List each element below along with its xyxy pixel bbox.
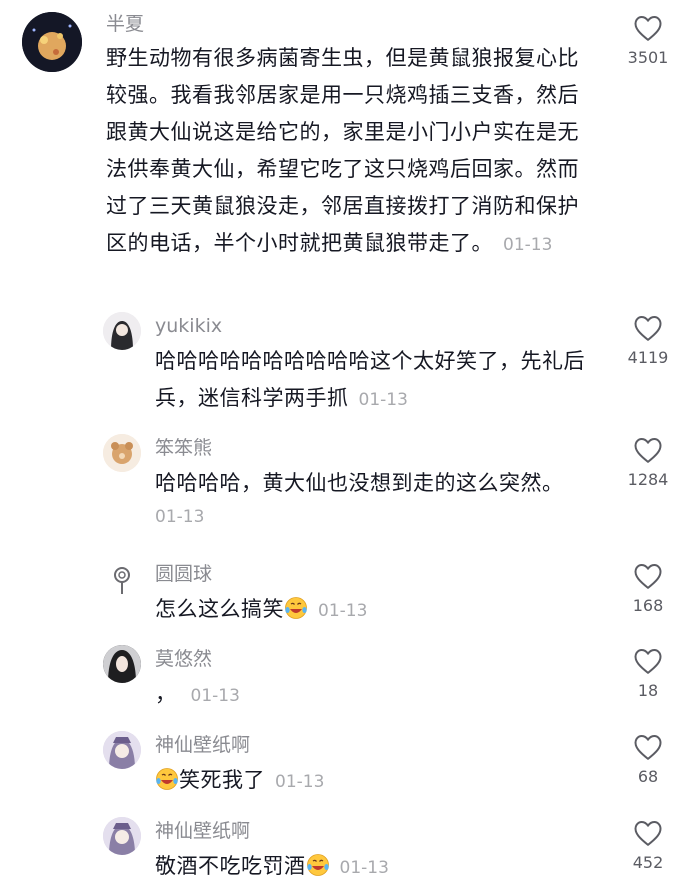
heart-outline-icon [634,16,662,41]
comment-body: 野生动物有很多病菌寄生虫，但是黄鼠狼报复心比较强。我看我邻居家是用一只烧鸡插三支… [106,46,579,255]
like-count: 18 [637,681,659,700]
comment-text: ， 01-13 [155,676,600,715]
comment-time: 01-13 [190,686,240,706]
like-count: 68 [637,767,659,786]
comment-author[interactable]: 莫悠然 [155,647,212,671]
laugh-cry-emoji-icon [306,854,329,876]
avatar[interactable] [103,312,141,350]
comment-text: 野生动物有很多病菌寄生虫，但是黄鼠狼报复心比较强。我看我邻居家是用一只烧鸡插三支… [106,40,596,264]
avatar[interactable] [103,645,141,683]
heart-outline-icon [634,735,662,760]
comment-time: 01-13 [358,390,408,410]
comment-author[interactable]: 神仙壁纸啊 [155,819,250,843]
like-button[interactable]: 4119 [608,314,688,367]
like-count: 168 [632,596,664,615]
like-count: 4119 [627,348,669,367]
comment-author[interactable]: 圆圆球 [155,562,212,586]
comment-time: 01-13 [155,507,205,527]
comment-body: 哈哈哈哈，黄大仙也没想到走的这么突然。 [155,471,564,495]
comment-time: 01-13 [503,235,553,255]
heart-outline-icon [634,438,662,463]
comment-body: 笑死我了 [179,768,265,792]
comment-author[interactable]: 笨笨熊 [155,436,212,460]
like-button[interactable]: 452 [608,819,688,872]
laugh-cry-emoji-icon [285,597,307,619]
like-count: 3501 [627,48,669,67]
like-button[interactable]: 3501 [608,14,688,67]
avatar[interactable] [103,731,141,769]
comment-author[interactable]: 半夏 [106,12,144,36]
comment-body: 怎么这么搞笑 [155,597,284,621]
comment-text: 哈哈哈哈，黄大仙也没想到走的这么突然。 01-13 [155,465,600,532]
comment-body: ， [155,682,177,706]
laugh-cry-emoji-icon [156,768,178,790]
like-button[interactable]: 168 [608,562,688,615]
comment-text: 笑死我了 01-13 [155,762,600,801]
like-count: 452 [632,853,664,872]
comment-text: 敬酒不吃吃罚酒 01-13 [155,848,600,887]
comment-time: 01-13 [275,772,325,792]
comment-author[interactable]: yukikix [155,314,222,338]
comment-time: 01-13 [318,601,368,621]
comment-author[interactable]: 神仙壁纸啊 [155,733,250,757]
avatar[interactable] [103,434,141,472]
avatar[interactable] [103,560,141,598]
heart-outline-icon [634,821,662,846]
like-button[interactable]: 1284 [608,436,688,489]
like-count: 1284 [627,470,669,489]
heart-outline-icon [634,316,662,341]
avatar[interactable] [22,12,82,72]
avatar[interactable] [103,817,141,855]
heart-outline-icon [634,564,662,589]
comment-time: 01-13 [339,858,389,878]
like-button[interactable]: 68 [608,733,688,786]
comment-body: 敬酒不吃吃罚酒 [155,854,306,878]
comment-text: 哈哈哈哈哈哈哈哈哈哈这个太好笑了，先礼后兵，迷信科学两手抓 01-13 [155,343,600,419]
heart-outline-icon [634,649,662,674]
like-button[interactable]: 18 [608,647,688,700]
comment-text: 怎么这么搞笑 01-13 [155,591,600,630]
